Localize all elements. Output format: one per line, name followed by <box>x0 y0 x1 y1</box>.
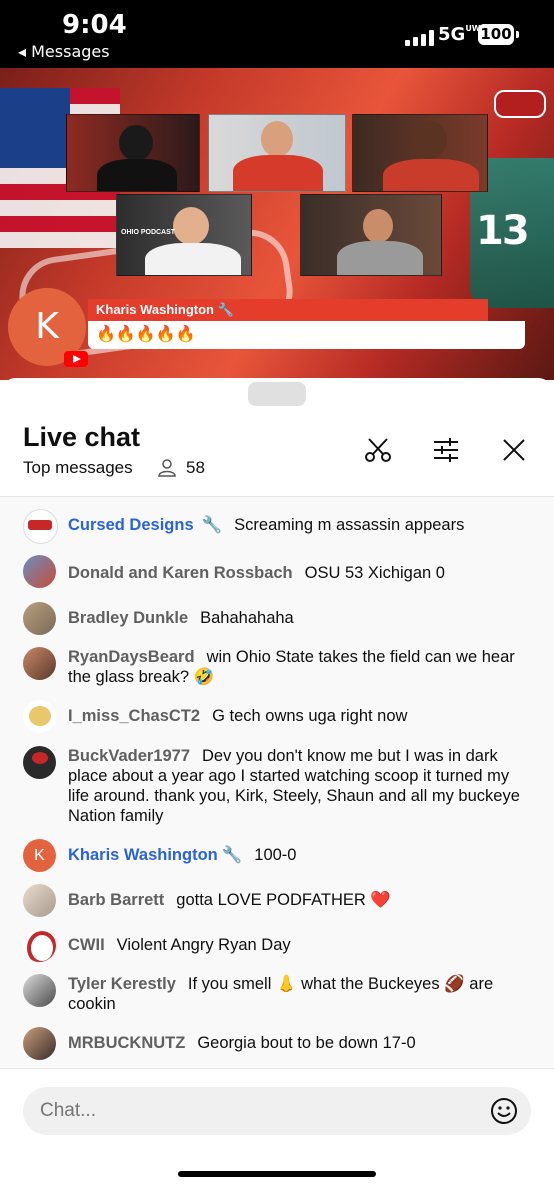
viewer-count: 58 <box>186 458 205 477</box>
message-text: 100-0 <box>254 846 297 864</box>
avatar <box>23 647 56 680</box>
message-text: Bahahahaha <box>200 609 294 627</box>
pinned-message-author: Kharis Washington 🔧 <box>88 299 488 321</box>
sliders-icon <box>434 438 458 462</box>
smiley-icon[interactable] <box>490 1097 518 1125</box>
message-text: Georgia bout to be down 17-0 <box>197 1034 416 1052</box>
message-author[interactable]: Cursed Designs <box>68 516 194 534</box>
message-author[interactable]: Barb Barrett <box>68 891 164 909</box>
status-bar: 9:04 ◂ Messages 5GUW 100 <box>0 0 554 68</box>
avatar <box>23 509 58 544</box>
message-author[interactable]: CWII <box>68 936 105 954</box>
youtube-icon <box>64 351 88 367</box>
message-text: Screaming m assassin appears <box>234 516 465 534</box>
message-author[interactable]: MRBUCKNUTZ <box>68 1034 185 1052</box>
battery-tip <box>516 31 519 38</box>
message-author[interactable]: BuckVader1977 <box>68 747 190 765</box>
message-text: OSU 53 Xichigan 0 <box>304 564 445 582</box>
podcast-label: OHIO PODCAST <box>121 229 176 236</box>
avatar: K <box>23 839 56 872</box>
jersey-number: 13 <box>476 208 530 254</box>
avatar <box>23 1027 56 1060</box>
brand-logo <box>494 90 546 118</box>
chat-input-bar <box>0 1068 554 1201</box>
message-author[interactable]: RyanDaysBeard <box>68 648 195 666</box>
home-indicator <box>178 1171 376 1177</box>
camera-feed-4: OHIO PODCAST <box>116 194 252 276</box>
avatar <box>23 602 56 635</box>
close-chat-button[interactable] <box>498 434 530 466</box>
message-author[interactable]: Bradley Dunkle <box>68 609 188 627</box>
moderator-wrench-icon: 🔧 <box>221 846 243 864</box>
signal-strength-icon <box>405 30 434 46</box>
camera-feed-3 <box>352 114 488 192</box>
message-text: Violent Angry Ryan Day <box>116 936 291 954</box>
chat-message-list[interactable]: Cursed Designs 🔧 Screaming m assassin appe… <box>0 497 554 1163</box>
top-messages-filter[interactable]: Top messages <box>23 458 133 478</box>
chat-input[interactable] <box>23 1087 531 1135</box>
video-player[interactable]: 13 OHIO PODCAST Kharis Washington 🔧 🔥🔥🔥🔥… <box>0 68 554 380</box>
message-author[interactable]: I_miss_ChasCT2 <box>68 707 200 725</box>
back-to-messages-link[interactable]: ◂ Messages <box>18 42 110 61</box>
camera-feed-1 <box>66 114 200 192</box>
camera-feed-5 <box>300 194 442 276</box>
panel-title: Live chat <box>23 422 141 452</box>
clip-button[interactable] <box>362 434 394 466</box>
camera-feed-2 <box>208 114 346 192</box>
network-type: 5GUW <box>438 24 481 45</box>
message-author[interactable]: Donald and Karen Rossbach <box>68 564 293 582</box>
avatar <box>23 974 56 1007</box>
pinned-message-text: 🔥🔥🔥🔥🔥 <box>88 321 525 349</box>
chat-settings-button[interactable] <box>430 434 462 466</box>
message-text: G tech owns uga right now <box>212 707 408 725</box>
avatar <box>23 700 56 733</box>
live-chat-panel: Live chat Top messages 58 Cursed Designs… <box>0 378 554 1201</box>
avatar <box>23 929 56 962</box>
viewers-icon <box>158 459 176 477</box>
message-author[interactable]: Tyler Kerestly <box>68 975 176 993</box>
message-text: gotta LOVE PODFATHER ❤️ <box>176 891 391 909</box>
message-author[interactable]: Kharis Washington <box>68 846 218 864</box>
drag-handle[interactable] <box>248 382 306 406</box>
scissors-icon <box>365 438 391 462</box>
close-icon <box>503 439 525 461</box>
avatar <box>23 555 56 588</box>
clock: 9:04 <box>62 10 127 40</box>
avatar <box>23 884 56 917</box>
moderator-wrench-icon: 🔧 <box>201 516 223 534</box>
flag-canton <box>0 88 70 168</box>
avatar <box>23 746 56 779</box>
battery-icon: 100 <box>478 24 514 45</box>
